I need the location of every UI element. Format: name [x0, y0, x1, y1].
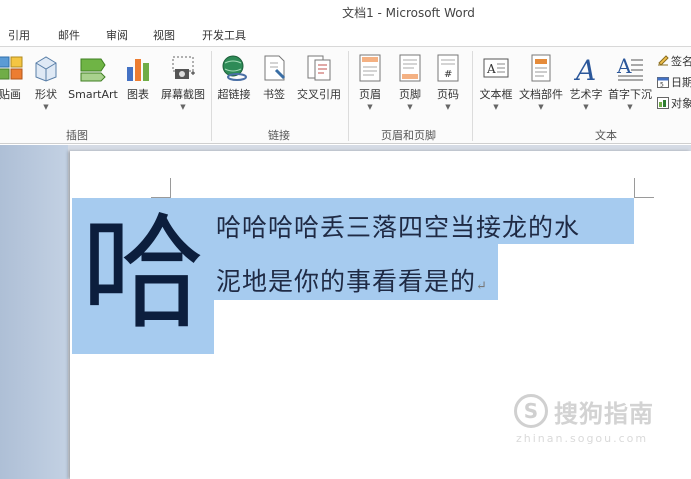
- chevron-down-icon: ▼: [493, 103, 499, 111]
- sogou-watermark: S 搜狗指南 zhinan.sogou.com: [514, 392, 674, 445]
- chevron-down-icon: ▼: [407, 103, 413, 111]
- chevron-down-icon: ▼: [445, 103, 451, 111]
- smartart-label: SmartArt: [68, 88, 118, 101]
- group-divider: [211, 51, 212, 141]
- tab-developer[interactable]: 开发工具: [202, 27, 246, 43]
- chevron-down-icon: ▼: [538, 103, 544, 111]
- object-label: 对象: [671, 97, 691, 110]
- footer-label: 页脚: [399, 88, 421, 101]
- page-number-button[interactable]: # 页码 ▼: [434, 53, 462, 111]
- svg-text:5: 5: [660, 82, 664, 89]
- calendar-icon: 5: [657, 76, 669, 89]
- chart-button[interactable]: 图表: [124, 53, 152, 101]
- chevron-down-icon: ▼: [627, 103, 633, 111]
- sogou-logo-icon: S: [514, 394, 548, 428]
- links-group-label: 链接: [268, 129, 290, 142]
- page-number-label: 页码: [437, 88, 459, 101]
- drop-cap-character[interactable]: 哈: [72, 194, 214, 354]
- tab-review[interactable]: 审阅: [106, 27, 128, 43]
- quick-parts-icon: [527, 53, 555, 83]
- cross-reference-button[interactable]: 交叉引用: [294, 53, 344, 101]
- chevron-down-icon: ▼: [43, 103, 49, 111]
- header-footer-group-label: 页眉和页脚: [381, 129, 436, 142]
- header-icon: [356, 53, 384, 83]
- quick-parts-label: 文档部件: [519, 88, 563, 101]
- drop-cap-label: 首字下沉: [608, 88, 652, 101]
- text-group-label: 文本: [595, 129, 617, 142]
- object-button[interactable]: 对象: [657, 95, 691, 111]
- screenshot-button[interactable]: 屏幕截图 ▼: [160, 53, 206, 111]
- title-bar: 文档1 - Microsoft Word: [0, 0, 691, 22]
- svg-text:A: A: [616, 54, 632, 78]
- tab-mailings[interactable]: 邮件: [58, 27, 80, 43]
- signature-line-button[interactable]: 签名: [657, 53, 691, 69]
- drop-cap-button[interactable]: A 首字下沉 ▼: [607, 53, 653, 111]
- tab-view[interactable]: 视图: [153, 27, 175, 43]
- date-time-label: 日期: [671, 76, 691, 89]
- date-time-button[interactable]: 5 日期: [657, 74, 691, 90]
- chart-label: 图表: [127, 88, 149, 101]
- watermark-text: 搜狗指南: [554, 400, 654, 428]
- signature-label: 签名: [671, 55, 691, 68]
- header-button[interactable]: 页眉 ▼: [356, 53, 384, 111]
- group-divider: [348, 51, 349, 141]
- ribbon-panel: 贴画 形状 ▼ SmartArt 图表 屏幕截图 ▼ 插图 超链接 书签 交叉引…: [0, 46, 691, 144]
- clip-art-label: 贴画: [0, 88, 21, 101]
- page-number-icon: #: [434, 53, 462, 83]
- document-text-line[interactable]: 哈哈哈哈丢三落四空当接龙的水: [216, 208, 580, 244]
- paragraph-mark-icon: ↵: [476, 279, 488, 294]
- tab-references[interactable]: 引用: [8, 27, 30, 43]
- ribbon-tabs: 引用 邮件 审阅 视图 开发工具: [0, 22, 691, 46]
- svg-text:A: A: [573, 54, 596, 83]
- document-text-line[interactable]: 泥地是你的事看看是的↵: [216, 262, 488, 298]
- hyperlink-label: 超链接: [217, 88, 251, 101]
- group-divider: [472, 51, 473, 141]
- cross-reference-icon: [305, 53, 333, 83]
- footer-button[interactable]: 页脚 ▼: [396, 53, 424, 111]
- screenshot-label: 屏幕截图: [161, 88, 205, 101]
- text-box-label: 文本框: [479, 88, 513, 101]
- chevron-down-icon: ▼: [583, 103, 589, 111]
- quick-parts-button[interactable]: 文档部件 ▼: [518, 53, 564, 111]
- crop-mark-top-right: [634, 178, 654, 198]
- watermark-url: zhinan.sogou.com: [516, 432, 649, 445]
- text-box-icon: A: [482, 53, 510, 83]
- wordart-icon: A: [572, 53, 600, 87]
- clip-art-icon: [0, 53, 24, 83]
- clip-art-button[interactable]: 贴画: [0, 53, 28, 101]
- signature-icon: [657, 55, 669, 67]
- wordart-button[interactable]: A 艺术字 ▼: [568, 53, 604, 111]
- bookmark-label: 书签: [263, 88, 285, 101]
- cross-reference-label: 交叉引用: [297, 88, 341, 101]
- chevron-down-icon: ▼: [180, 103, 186, 111]
- hyperlink-icon: [220, 53, 248, 83]
- shapes-icon: [32, 53, 60, 83]
- window-title: 文档1 - Microsoft Word: [342, 6, 475, 20]
- hyperlink-button[interactable]: 超链接: [216, 53, 252, 101]
- illustrations-group-label: 插图: [66, 129, 88, 142]
- smartart-button[interactable]: SmartArt: [68, 53, 118, 101]
- shapes-label: 形状: [35, 88, 57, 101]
- drop-cap-icon: A: [616, 53, 644, 83]
- bookmark-button[interactable]: 书签: [260, 53, 288, 101]
- svg-text:#: #: [444, 69, 452, 80]
- chevron-down-icon: ▼: [367, 103, 373, 111]
- svg-text:A: A: [486, 62, 496, 76]
- navigation-pane: [0, 145, 68, 479]
- shapes-button[interactable]: 形状 ▼: [32, 53, 60, 111]
- document-text-line-content: 泥地是你的事看看是的: [216, 267, 477, 296]
- chart-icon: [124, 53, 152, 83]
- footer-icon: [396, 53, 424, 83]
- smartart-icon: [79, 53, 107, 83]
- wordart-label: 艺术字: [569, 88, 603, 101]
- header-label: 页眉: [359, 88, 381, 101]
- screenshot-icon: [169, 53, 197, 83]
- object-icon: [657, 97, 669, 109]
- text-box-button[interactable]: A 文本框 ▼: [477, 53, 515, 111]
- bookmark-icon: [260, 53, 288, 83]
